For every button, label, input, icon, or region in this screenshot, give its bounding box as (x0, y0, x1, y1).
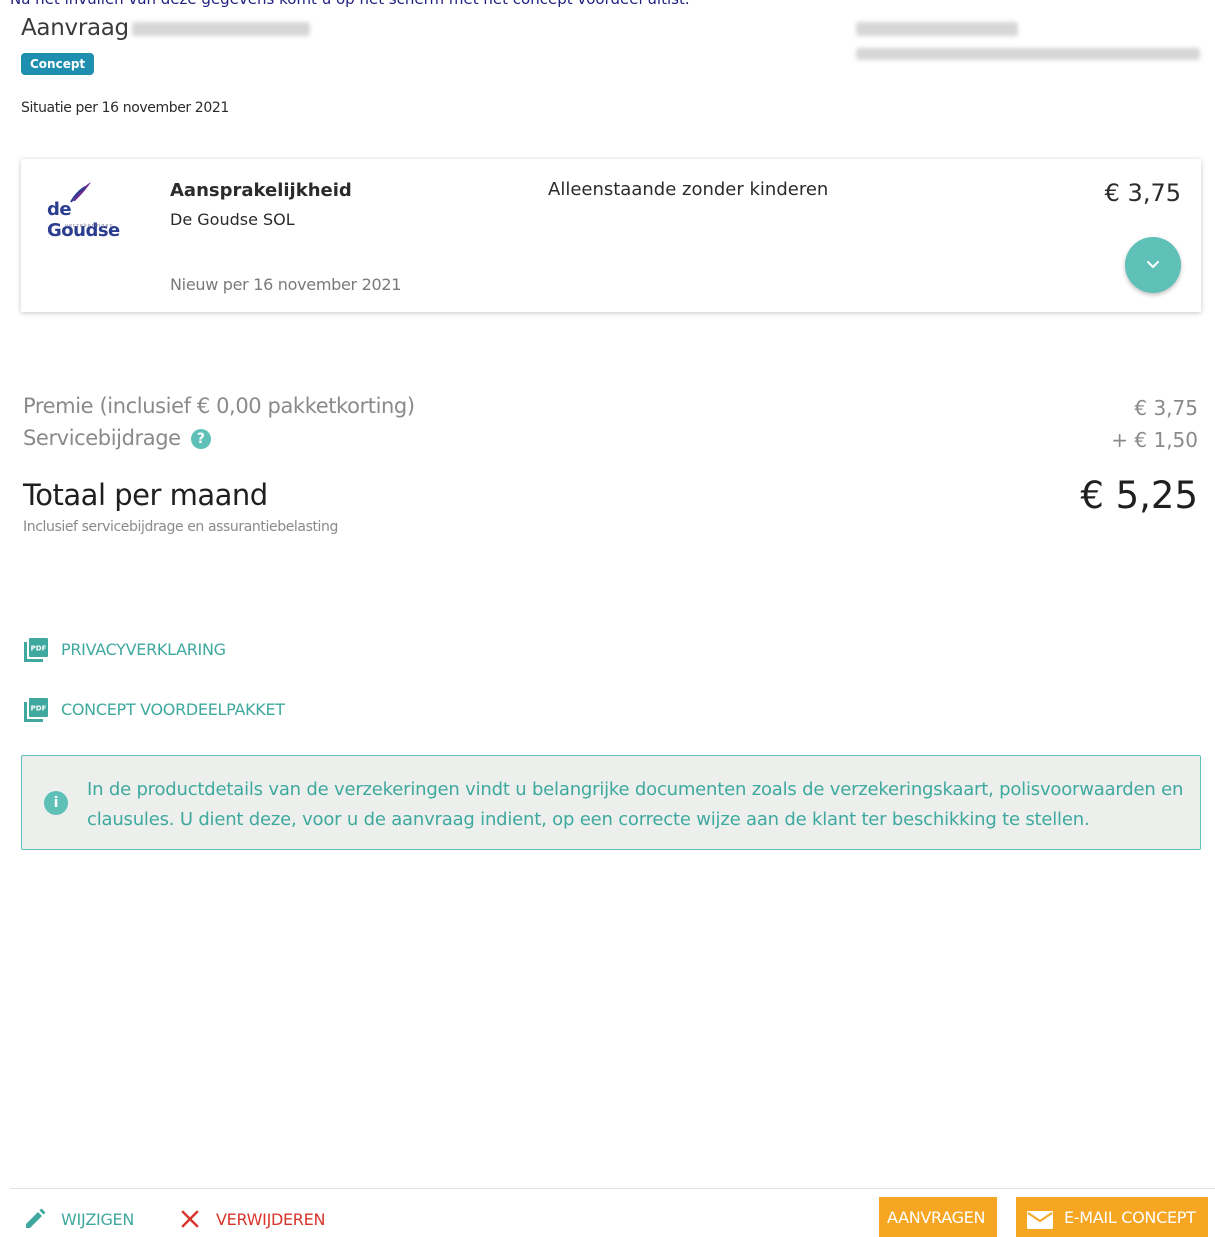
pdf-icon: PDF (24, 698, 48, 722)
edit-button[interactable]: WIJZIGEN (23, 1189, 153, 1237)
info-icon: i (44, 791, 68, 815)
premium-label: Premie (inclusief € 0,00 pakketkorting) (23, 394, 415, 418)
close-icon (181, 1210, 199, 1228)
product-package: De Goudse SOL (170, 210, 295, 229)
total-value: € 5,25 (1080, 474, 1198, 517)
product-name: Aansprakelijkheid (170, 180, 352, 201)
product-coverage: Alleenstaande zonder kinderen (548, 179, 829, 200)
premium-value: € 3,75 (1134, 396, 1198, 420)
svg-text:PDF: PDF (31, 645, 47, 653)
chevron-down-icon (1147, 261, 1159, 268)
status-badge: Concept (21, 53, 95, 75)
insurer-logo-subtext: verzekeringen (65, 223, 114, 229)
privacy-statement-link-label[interactable]: PRIVACYVERKLARING (61, 640, 226, 659)
svg-text:PDF: PDF (31, 705, 47, 713)
application-summary-page: Aanvraag Concept Situatie per 16 novembe… (10, 8, 1215, 1237)
email-concept-button[interactable]: E-MAIL CONCEPT (1016, 1197, 1208, 1237)
situation-date: Situatie per 16 november 2021 (21, 100, 229, 116)
top-instruction-note: Na het invullen van deze gegevens komt u… (0, 0, 1215, 8)
apply-button[interactable]: AANVRAGEN (879, 1197, 997, 1237)
info-text: In de productdetails van de verzekeringe… (87, 779, 1184, 830)
apply-button-label: AANVRAGEN (887, 1208, 986, 1227)
email-concept-button-label: E-MAIL CONCEPT (1064, 1208, 1196, 1227)
service-fee-label: Servicebijdrage (23, 426, 181, 450)
service-fee-row: Servicebijdrage? (23, 426, 211, 450)
product-card: de Goudse verzekeringen Aansprakelijkhei… (21, 159, 1201, 312)
edit-button-label: WIJZIGEN (61, 1210, 135, 1229)
product-start-note: Nieuw per 16 november 2021 (170, 275, 402, 294)
total-label: Totaal per maand (23, 478, 268, 512)
action-footer: WIJZIGEN VERWIJDEREN AANVRAGEN E-MAIL CO… (10, 1188, 1215, 1237)
redacted-customer-name (856, 22, 1018, 36)
product-price: € 3,75 (1104, 179, 1181, 207)
redacted-customer-address (856, 48, 1200, 60)
page-title: Aanvraag (21, 15, 129, 41)
delete-button[interactable]: VERWIJDEREN (180, 1189, 350, 1237)
pdf-icon: PDF (24, 638, 48, 662)
delete-button-label: VERWIJDEREN (216, 1210, 326, 1229)
total-note: Inclusief servicebijdrage en assurantieb… (23, 519, 339, 535)
insurer-logo: de Goudse verzekeringen (47, 181, 143, 241)
service-fee-value: + € 1,50 (1111, 428, 1198, 452)
envelope-icon (1027, 1211, 1053, 1229)
concept-package-link-label[interactable]: CONCEPT VOORDEELPAKKET (61, 700, 285, 719)
info-notice: i In de productdetails van de verzekerin… (21, 755, 1201, 850)
help-icon[interactable]: ? (190, 429, 211, 449)
expand-product-button[interactable] (1125, 237, 1181, 293)
redacted-application-number (132, 22, 310, 36)
insurer-logo-text: de Goudse (47, 199, 120, 241)
pencil-icon (26, 1208, 46, 1228)
